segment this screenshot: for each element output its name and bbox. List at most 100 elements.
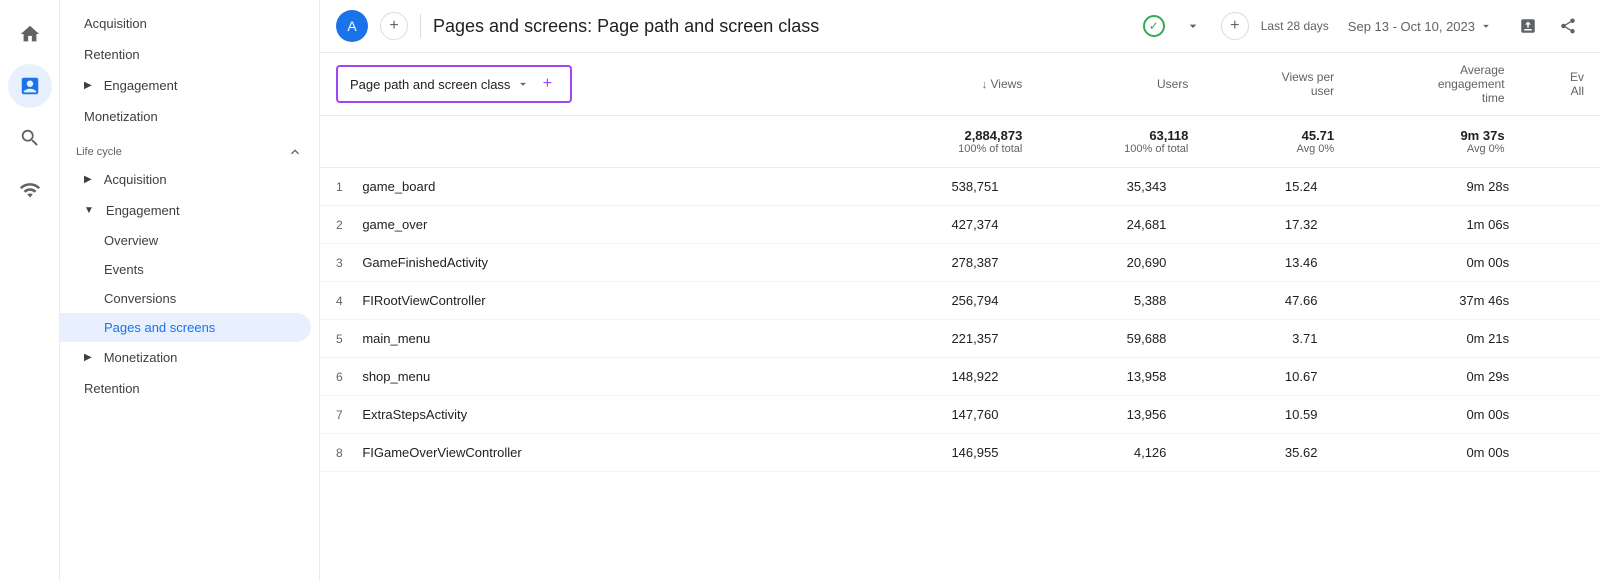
lifecycle-section-label: Life cycle xyxy=(60,132,319,164)
sidebar-item-monetization-lc[interactable]: ▶ Monetization xyxy=(60,342,311,373)
export-icon[interactable] xyxy=(1512,10,1544,42)
sidebar-item-label: Pages and screens xyxy=(104,320,215,335)
totals-users-cell: 63,118 100% of total xyxy=(1038,116,1204,168)
row-rank: 5 xyxy=(336,332,343,346)
home-nav-icon[interactable] xyxy=(8,12,52,56)
sidebar-item-conversions[interactable]: Conversions xyxy=(60,284,311,313)
row-events-cell xyxy=(1525,282,1600,320)
sidebar-item-overview[interactable]: Overview xyxy=(60,226,311,255)
topbar-divider xyxy=(420,14,421,38)
row-events-cell xyxy=(1525,244,1600,282)
chevron-down-icon: ▼ xyxy=(84,205,94,216)
totals-events-cell xyxy=(1521,116,1600,168)
sidebar-item-retention-top[interactable]: Retention xyxy=(60,39,311,70)
row-page-name: ExtraStepsActivity xyxy=(362,407,467,422)
sidebar-item-monetization-top[interactable]: Monetization xyxy=(60,101,311,132)
row-avg-engagement-cell: 37m 46s xyxy=(1333,282,1525,320)
row-page-cell: 7 ExtraStepsActivity xyxy=(320,396,830,434)
row-page-cell: 2 game_over xyxy=(320,206,830,244)
add-dimension-button[interactable]: + xyxy=(536,73,558,95)
add-comparison-button[interactable]: + xyxy=(1221,12,1249,40)
table-row[interactable]: 5 main_menu 221,357 59,688 3.71 0m 21s xyxy=(320,320,1600,358)
signal-nav-icon[interactable] xyxy=(8,168,52,212)
row-page-cell: 5 main_menu xyxy=(320,320,830,358)
row-rank: 7 xyxy=(336,408,343,422)
row-avg-engagement-cell: 0m 00s xyxy=(1333,434,1525,472)
row-views-cell: 148,922 xyxy=(830,358,1015,396)
totals-avg-engagement-cell: 9m 37s Avg 0% xyxy=(1350,116,1520,168)
dropdown-icon[interactable] xyxy=(1177,10,1209,42)
row-users-cell: 5,388 xyxy=(1014,282,1182,320)
page-title: Pages and screens: Page path and screen … xyxy=(433,16,1131,37)
totals-views-cell: 2,884,873 100% of total xyxy=(872,116,1038,168)
sidebar-item-acquisition-lc[interactable]: ▶ Acquisition xyxy=(60,164,311,195)
table-row[interactable]: 6 shop_menu 148,922 13,958 10.67 0m 29s xyxy=(320,358,1600,396)
row-events-cell xyxy=(1525,320,1600,358)
row-avg-engagement-cell: 0m 00s xyxy=(1333,244,1525,282)
row-page-cell: 6 shop_menu xyxy=(320,358,830,396)
sidebar-item-label: Retention xyxy=(84,381,140,396)
row-events-cell xyxy=(1525,168,1600,206)
users-column-header[interactable]: Users xyxy=(1038,53,1204,116)
sort-arrow-icon: ↓ xyxy=(982,79,988,91)
dimension-pill-label: Page path and screen class xyxy=(350,77,510,92)
sidebar-item-retention-lc[interactable]: Retention xyxy=(60,373,311,404)
totals-views-per-user-cell: 45.71 Avg 0% xyxy=(1204,116,1350,168)
row-avg-engagement-cell: 1m 06s xyxy=(1333,206,1525,244)
dimension-column-header[interactable]: Page path and screen class + xyxy=(320,53,872,116)
row-page-cell: 1 game_board xyxy=(320,168,830,206)
table-row[interactable]: 4 FIRootViewController 256,794 5,388 47.… xyxy=(320,282,1600,320)
row-avg-engagement-cell: 9m 28s xyxy=(1333,168,1525,206)
sidebar-item-engagement-lc[interactable]: ▼ Engagement xyxy=(60,195,311,226)
row-views-cell: 427,374 xyxy=(830,206,1015,244)
row-page-name: main_menu xyxy=(362,331,430,346)
table-row[interactable]: 7 ExtraStepsActivity 147,760 13,956 10.5… xyxy=(320,396,1600,434)
add-tab-button[interactable]: + xyxy=(380,12,408,40)
views-per-user-column-header[interactable]: Views peruser xyxy=(1204,53,1350,116)
views-column-header[interactable]: ↓ Views xyxy=(872,53,1038,116)
sidebar-item-label: Monetization xyxy=(84,109,158,124)
sidebar-item-label: Acquisition xyxy=(104,172,167,187)
row-rank: 3 xyxy=(336,256,343,270)
table-row[interactable]: 2 game_over 427,374 24,681 17.32 1m 06s xyxy=(320,206,1600,244)
data-rows-container: 1 game_board 538,751 35,343 15.24 9m 28s… xyxy=(320,168,1600,472)
totals-row: 2,884,873 100% of total 63,118 100% of t… xyxy=(320,116,1600,168)
sidebar-item-acquisition-top[interactable]: Acquisition xyxy=(60,8,311,39)
dashboard-nav-icon[interactable] xyxy=(8,64,52,108)
date-range-selector[interactable]: Sep 13 - Oct 10, 2023 xyxy=(1337,14,1504,39)
sidebar-item-label: Events xyxy=(104,262,144,277)
topbar-right: Last 28 days Sep 13 - Oct 10, 2023 xyxy=(1261,10,1584,42)
sidebar-item-events[interactable]: Events xyxy=(60,255,311,284)
last-days-label: Last 28 days xyxy=(1261,19,1329,33)
row-rank: 8 xyxy=(336,446,343,460)
row-users-cell: 24,681 xyxy=(1014,206,1182,244)
sidebar-item-pages-screens[interactable]: Pages and screens xyxy=(60,313,311,342)
row-page-name: GameFinishedActivity xyxy=(362,255,488,270)
table-row[interactable]: 1 game_board 538,751 35,343 15.24 9m 28s xyxy=(320,168,1600,206)
sidebar-item-label: Retention xyxy=(84,47,140,62)
row-views-per-user-cell: 13.46 xyxy=(1182,244,1333,282)
row-events-cell xyxy=(1525,434,1600,472)
row-views-cell: 278,387 xyxy=(830,244,1015,282)
row-avg-engagement-cell: 0m 21s xyxy=(1333,320,1525,358)
row-page-cell: 4 FIRootViewController xyxy=(320,282,830,320)
events-column-header[interactable]: EvAll xyxy=(1521,53,1600,116)
row-events-cell xyxy=(1525,358,1600,396)
table-row[interactable]: 8 FIGameOverViewController 146,955 4,126… xyxy=(320,434,1600,472)
row-users-cell: 59,688 xyxy=(1014,320,1182,358)
row-page-name: game_over xyxy=(362,217,427,232)
table-row[interactable]: 3 GameFinishedActivity 278,387 20,690 13… xyxy=(320,244,1600,282)
sidebar-item-engagement-top[interactable]: ▶ Engagement xyxy=(60,70,311,101)
icon-bar xyxy=(0,0,60,580)
row-views-cell: 146,955 xyxy=(830,434,1015,472)
avg-engagement-column-header[interactable]: Averageengagementtime xyxy=(1350,53,1520,116)
row-views-cell: 221,357 xyxy=(830,320,1015,358)
row-users-cell: 4,126 xyxy=(1014,434,1182,472)
user-avatar-button[interactable]: A xyxy=(336,10,368,42)
row-avg-engagement-cell: 0m 00s xyxy=(1333,396,1525,434)
sidebar-item-label: Engagement xyxy=(104,78,178,93)
share-icon[interactable] xyxy=(1552,10,1584,42)
sidebar-item-label: Monetization xyxy=(104,350,178,365)
dimension-pill[interactable]: Page path and screen class + xyxy=(336,65,572,103)
search-nav-icon[interactable] xyxy=(8,116,52,160)
